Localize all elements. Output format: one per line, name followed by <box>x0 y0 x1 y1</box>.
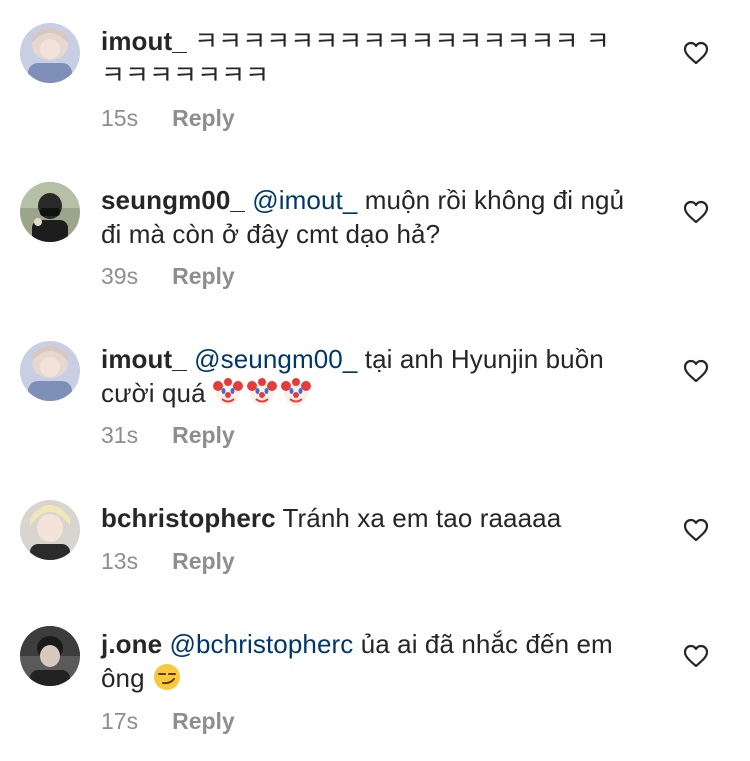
comment-timestamp: 15s <box>101 105 139 131</box>
comment-text: seungm00_ @imout_ muộn rồi không đi ngủ … <box>101 183 631 251</box>
comment-username[interactable]: seungm00_ <box>101 185 245 215</box>
comment-text: imout_ @seungm00_ tại anh Hyunjin buồn c… <box>101 342 631 410</box>
comment-timestamp: 31s <box>101 422 139 448</box>
heart-icon[interactable] <box>683 644 709 668</box>
comment-username[interactable]: imout_ <box>101 26 187 56</box>
heart-icon[interactable] <box>683 518 709 542</box>
comment-timestamp: 39s <box>101 263 139 289</box>
comment-timestamp: 13s <box>101 548 139 574</box>
comment-username[interactable]: j.one <box>101 629 162 659</box>
comment-timestamp: 17s <box>101 708 139 734</box>
comment-meta: 39s Reply <box>101 262 235 290</box>
reply-button[interactable]: Reply <box>172 708 235 734</box>
comment-mention[interactable]: @imout_ <box>252 185 357 215</box>
avatar[interactable] <box>20 626 80 686</box>
avatar[interactable] <box>20 23 80 83</box>
comment-meta: 15s Reply <box>101 104 235 132</box>
smirking-face-emoji <box>154 664 181 690</box>
comment-meta: 13s Reply <box>101 547 235 575</box>
comment-body: Tránh xa em tao raaaaa <box>282 503 562 533</box>
reply-button[interactable]: Reply <box>172 105 235 131</box>
heart-icon[interactable] <box>683 200 709 224</box>
heart-icon[interactable] <box>683 359 709 383</box>
comment-meta: 31s Reply <box>101 421 235 449</box>
comment-text: imout_ ㅋㅋㅋㅋㅋㅋㅋㅋㅋㅋㅋㅋㅋㅋㅋㅋ ㅋㅋㅋㅋㅋㅋㅋㅋ <box>101 24 631 92</box>
comment-username[interactable]: bchristopherc <box>101 503 276 533</box>
comment-username[interactable]: imout_ <box>101 344 187 374</box>
avatar[interactable] <box>20 500 80 560</box>
clown-face-emoji <box>280 378 311 405</box>
avatar[interactable] <box>20 341 80 401</box>
reply-button[interactable]: Reply <box>172 263 235 289</box>
comment-text: j.one @bchristopherc ủa ai đã nhắc đến e… <box>101 627 631 695</box>
clown-face-emoji <box>212 378 243 405</box>
comment-mention[interactable]: @bchristopherc <box>170 629 354 659</box>
avatar[interactable] <box>20 182 80 242</box>
comment-meta: 17s Reply <box>101 707 235 735</box>
reply-button[interactable]: Reply <box>172 422 235 448</box>
reply-button[interactable]: Reply <box>172 548 235 574</box>
clown-face-emoji <box>246 378 277 405</box>
comment-mention[interactable]: @seungm00_ <box>194 344 357 374</box>
comment-text: bchristopherc Tránh xa em tao raaaaa <box>101 501 631 535</box>
heart-icon[interactable] <box>683 41 709 65</box>
